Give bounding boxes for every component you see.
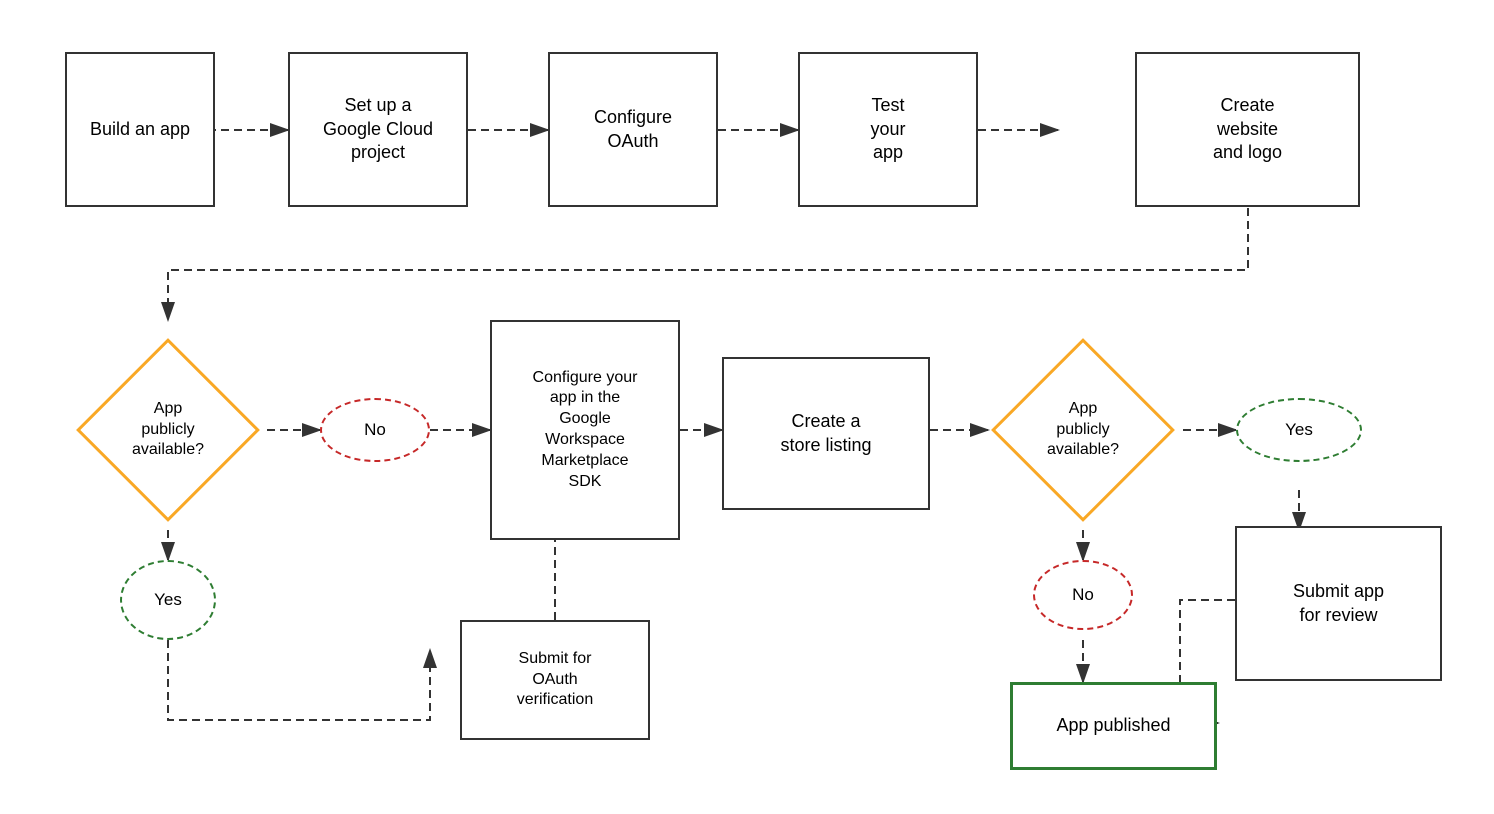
configure-oauth-box: Configure OAuth — [548, 52, 718, 207]
test-app-box: Test your app — [798, 52, 978, 207]
no-oval-1: No — [320, 398, 430, 462]
configure-workspace-box: Configure your app in the Google Workspa… — [490, 320, 680, 540]
no-oval-2: No — [1033, 560, 1133, 630]
create-website-box: Create website and logo — [1135, 52, 1360, 207]
submit-review-box: Submit app for review — [1235, 526, 1442, 681]
submit-oauth-box: Submit for OAuth verification — [460, 620, 650, 740]
diamond1-container: App publicly available? — [68, 330, 268, 530]
yes-oval-2: Yes — [1236, 398, 1362, 462]
create-store-box: Create a store listing — [722, 357, 930, 510]
diamond2-container: App publicly available? — [983, 330, 1183, 530]
app-published-box: App published — [1010, 682, 1217, 770]
build-app-box: Build an app — [65, 52, 215, 207]
yes-oval-1: Yes — [120, 560, 216, 640]
diagram: Build an app Set up a Google Cloud proje… — [0, 0, 1494, 814]
google-cloud-box: Set up a Google Cloud project — [288, 52, 468, 207]
